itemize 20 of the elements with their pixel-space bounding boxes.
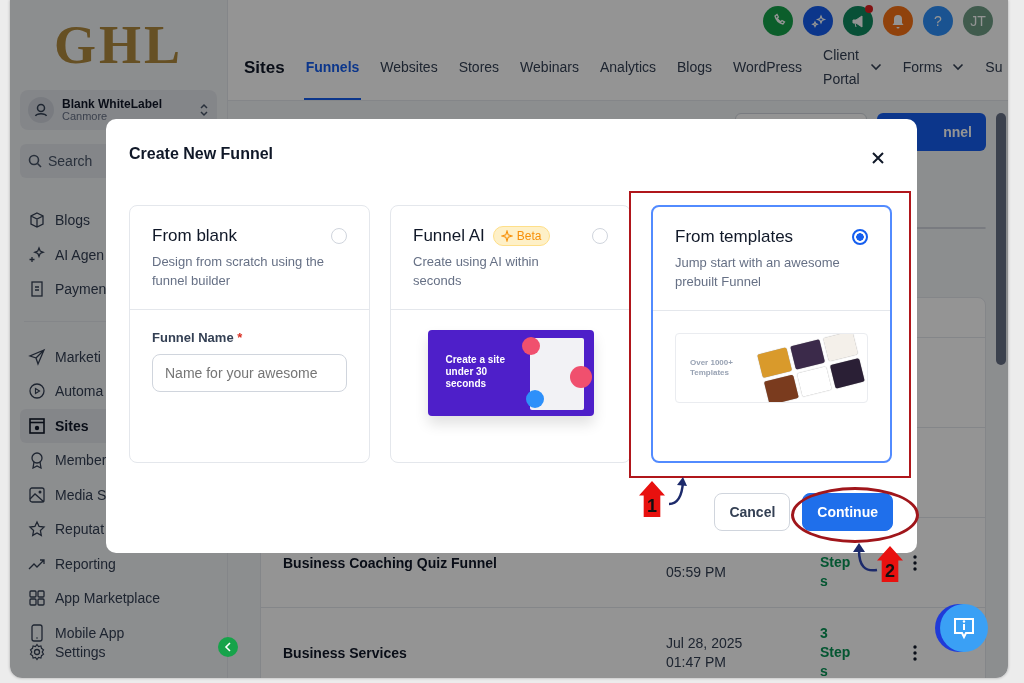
option-description: Create using AI within seconds — [413, 253, 540, 290]
steps-count: 3 Steps — [820, 624, 852, 678]
beta-badge: Beta — [492, 226, 550, 246]
preview-text: Over 1000+ Templates — [690, 358, 734, 378]
account-location: Canmore — [62, 110, 109, 122]
dialog-title: Create New Funnel — [129, 145, 274, 163]
option-description: Design from scratch using the funnel builder — [152, 253, 325, 290]
option-title: From templates — [675, 227, 794, 247]
field-label: Funnel Name * — [152, 330, 244, 345]
logo: GHL — [53, 14, 184, 77]
account-name: Blank WhiteLabel — [62, 98, 163, 110]
option-title: Funnel AI — [413, 226, 485, 246]
updated-date: Jul 28, 2025 — [666, 633, 744, 653]
option-title: From blank — [152, 226, 238, 246]
updated-time: 01:47 PM — [666, 652, 727, 672]
banner-text: Create a site under 30 seconds — [445, 354, 506, 390]
option-description: Jump start with an awesome prebuilt Funnel — [675, 254, 841, 291]
steps-count: Steps — [820, 553, 852, 591]
page-title: Sites — [244, 58, 285, 78]
updated-time: 05:59 PM — [666, 562, 727, 582]
